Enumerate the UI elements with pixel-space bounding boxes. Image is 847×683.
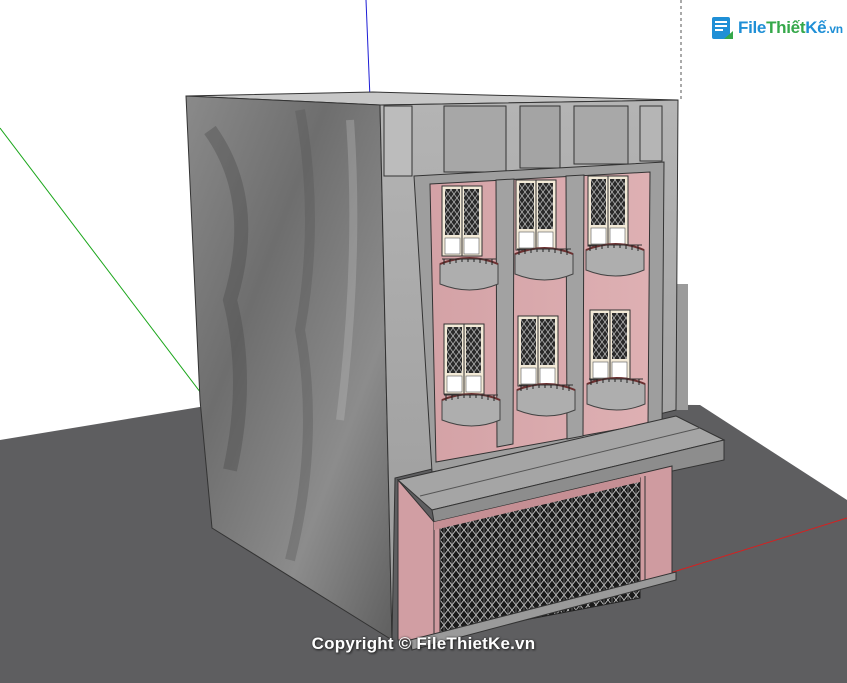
copyright-watermark: Copyright © FileThietKe.vn: [311, 634, 536, 653]
balcony-upper-right: [585, 243, 645, 277]
window-lower-left: [443, 323, 485, 395]
logo-domain: .vn: [826, 22, 843, 36]
window-upper-mid: [515, 179, 557, 251]
balcony-lower-mid: [516, 383, 576, 417]
model-viewport[interactable]: File Thiết Kế .vn Copyright © FileThietK…: [0, 0, 847, 683]
balcony-upper-mid: [514, 247, 574, 281]
window-lower-right: [589, 309, 631, 381]
window-upper-left: [441, 185, 483, 257]
balcony-upper-left: [439, 257, 499, 291]
balcony-lower-right: [586, 377, 646, 411]
building-3d-model: [0, 0, 847, 683]
logo-file: File: [738, 18, 767, 37]
window-lower-mid: [517, 315, 559, 387]
window-upper-right: [587, 175, 629, 247]
logo-mark-icon: [709, 15, 735, 41]
logo-ke: Kế: [805, 18, 827, 37]
green-axis: [0, 127, 211, 406]
site-logo[interactable]: File Thiết Kế .vn: [709, 10, 843, 46]
logo-text: File Thiết Kế .vn: [738, 18, 843, 38]
logo-thiet: Thiết: [766, 18, 806, 37]
balcony-lower-left: [441, 393, 501, 427]
